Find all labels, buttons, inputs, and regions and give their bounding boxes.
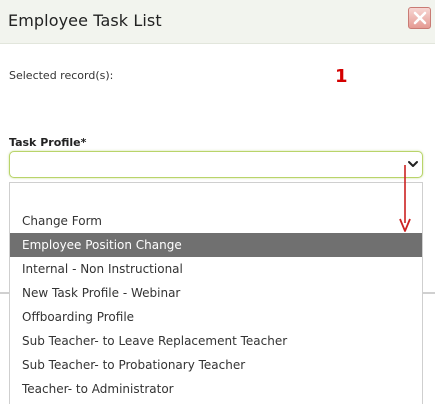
dialog-titlebar: Employee Task List	[0, 0, 435, 44]
background-divider-right	[423, 292, 435, 294]
option-new-task-profile-webinar[interactable]: New Task Profile - Webinar	[10, 281, 422, 305]
option-sub-teacher-probationary[interactable]: Sub Teacher- to Probationary Teacher	[10, 353, 422, 377]
option-blank[interactable]	[10, 185, 422, 209]
background-divider-left	[0, 292, 9, 294]
option-teacher-to-administrator[interactable]: Teacher- to Administrator	[10, 377, 422, 401]
option-employee-position-change[interactable]: Employee Position Change	[10, 233, 422, 257]
dialog-title: Employee Task List	[8, 11, 162, 30]
option-change-form[interactable]: Change Form	[10, 209, 422, 233]
option-offboarding-profile[interactable]: Offboarding Profile	[10, 305, 422, 329]
selected-records-count: 1	[335, 66, 348, 87]
selected-records-label: Selected record(s):	[9, 69, 114, 82]
employee-task-list-dialog: Employee Task List Selected record(s): 1…	[0, 0, 435, 404]
option-sub-teacher-leave-replacement[interactable]: Sub Teacher- to Leave Replacement Teache…	[10, 329, 422, 353]
task-profile-label: Task Profile*	[9, 136, 87, 149]
annotation-arrow-icon	[399, 165, 411, 232]
close-button[interactable]	[408, 7, 431, 29]
task-profile-options-list: Change Form Employee Position Change Int…	[9, 182, 423, 404]
task-profile-select[interactable]	[9, 151, 423, 178]
option-internal-non-instructional[interactable]: Internal - Non Instructional	[10, 257, 422, 281]
close-icon	[413, 11, 427, 25]
